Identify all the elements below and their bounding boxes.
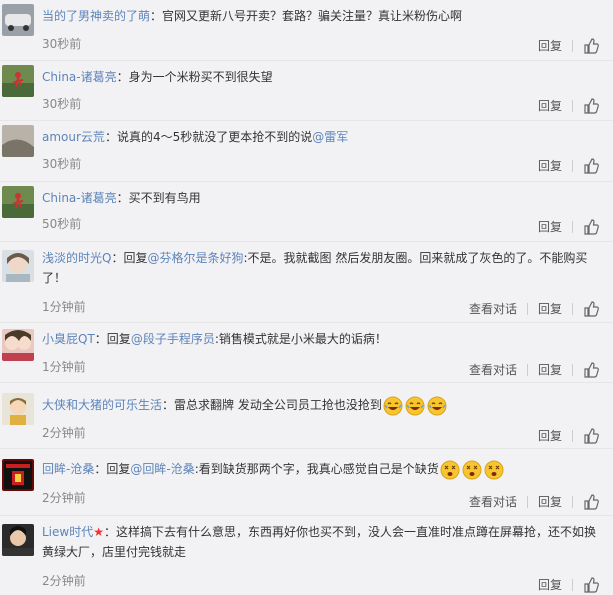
comment-item: 回眸-沧桑：回复@回眸-沧桑:看到缺货那两个字，我真心感觉自己是个缺货 2分钟前…	[0, 449, 613, 516]
timestamp: 2分钟前	[42, 426, 86, 440]
avatar[interactable]	[2, 65, 34, 97]
avatar[interactable]	[2, 393, 34, 425]
divider	[572, 39, 573, 52]
thumbs-up-icon[interactable]	[583, 427, 599, 444]
reply-button[interactable]: 回复	[538, 300, 562, 317]
timestamp: 30秒前	[42, 37, 82, 51]
star-badge-icon: ★	[93, 525, 104, 539]
mention-link[interactable]: @段子手程序员	[131, 332, 215, 346]
comment-text: 买不到有鸟用	[128, 191, 201, 205]
thumbs-up-icon[interactable]	[583, 157, 599, 174]
reply-button[interactable]: 回复	[538, 493, 562, 510]
divider	[526, 302, 528, 315]
comment-text: 这样搞下去有什么意思，东西再好你也买不到，没人会一直准时准点蹲在屏幕抢，还不如换…	[42, 525, 597, 559]
username-link[interactable]: China-诸葛亮	[42, 191, 117, 205]
divider	[572, 302, 573, 315]
comment-item: amour云荒：说真的4～5秒就没了更本抢不到的说@雷军 30秒前 回复	[0, 121, 613, 182]
thumbs-up-icon[interactable]	[583, 218, 599, 235]
avatar[interactable]	[2, 186, 34, 218]
thumbs-up-icon[interactable]	[583, 493, 599, 510]
comment-text: 雷总求翻牌 发动全公司员工抢也没抢到	[174, 398, 382, 412]
divider	[572, 578, 573, 591]
timestamp: 2分钟前	[42, 491, 86, 505]
view-conversation-button[interactable]: 查看对话	[469, 300, 517, 317]
reply-button[interactable]: 回复	[538, 157, 562, 174]
timestamp: 1分钟前	[42, 360, 86, 374]
dizzy-emoji-icon	[440, 460, 460, 479]
avatar[interactable]	[2, 250, 34, 282]
comment-text: 身为一个米粉买不到很失望	[128, 70, 273, 84]
dizzy-emoji-icon	[462, 460, 482, 479]
comment-text: :销售模式就是小米最大的诟病！	[214, 332, 387, 346]
comment-text: 说真的4～5秒就没了更本抢不到的说	[116, 130, 313, 144]
reply-button[interactable]: 回复	[538, 576, 562, 593]
comment-item: China-诸葛亮：买不到有鸟用 50秒前 回复	[0, 182, 613, 242]
thumbs-up-icon[interactable]	[583, 300, 599, 317]
divider	[526, 495, 528, 508]
timestamp: 50秒前	[42, 217, 82, 231]
reply-button[interactable]: 回复	[538, 361, 562, 378]
comment-item: China-诸葛亮：身为一个米粉买不到很失望 30秒前 回复	[0, 61, 613, 121]
thumbs-up-icon[interactable]	[583, 97, 599, 114]
reply-button[interactable]: 回复	[538, 427, 562, 444]
divider	[572, 220, 573, 233]
dizzy-emoji-icon	[484, 460, 504, 479]
comment-text: :看到缺货那两个字，我真心感觉自己是个缺货	[194, 462, 439, 476]
view-conversation-button[interactable]: 查看对话	[469, 493, 517, 510]
thumbs-up-icon[interactable]	[583, 576, 599, 593]
timestamp: 1分钟前	[42, 300, 86, 314]
divider	[572, 99, 573, 112]
username-link[interactable]: amour云荒	[42, 130, 105, 144]
avatar[interactable]	[2, 329, 34, 361]
username-link[interactable]: 浅淡的时光Q	[42, 251, 111, 265]
mention-link[interactable]: @回眸-沧桑	[130, 462, 194, 476]
reply-button[interactable]: 回复	[538, 218, 562, 235]
username-link[interactable]: Liew时代	[42, 525, 93, 539]
comment-list: 当的了男神卖的了萌：官网又更新八号开卖？套路？骗关注量？真让米粉伤心啊 30秒前…	[0, 0, 613, 595]
avatar[interactable]	[2, 125, 34, 157]
divider	[572, 495, 573, 508]
username-link[interactable]: 回眸-沧桑	[42, 462, 94, 476]
comment-item: 大侠和大猪的可乐生活：雷总求翻牌 发动全公司员工抢也没抢到 2分钟前 回复	[0, 383, 613, 449]
username-link[interactable]: 当的了男神卖的了萌	[42, 9, 150, 23]
reply-button[interactable]: 回复	[538, 37, 562, 54]
timestamp: 2分钟前	[42, 574, 86, 588]
comment-item: 当的了男神卖的了萌：官网又更新八号开卖？套路？骗关注量？真让米粉伤心啊 30秒前…	[0, 0, 613, 61]
laughing-emoji-icon	[383, 396, 403, 415]
comment-item: 小臭屁QT：回复@段子手程序员:销售模式就是小米最大的诟病！ 1分钟前 查看对话…	[0, 323, 613, 383]
thumbs-up-icon[interactable]	[583, 361, 599, 378]
divider	[572, 159, 573, 172]
divider	[572, 429, 573, 442]
thumbs-up-icon[interactable]	[583, 37, 599, 54]
username-link[interactable]: China-诸葛亮	[42, 70, 117, 84]
avatar[interactable]	[2, 459, 34, 491]
avatar[interactable]	[2, 524, 34, 556]
mention-link[interactable]: @雷军	[312, 130, 348, 144]
laughing-emoji-icon	[405, 396, 425, 415]
timestamp: 30秒前	[42, 157, 82, 171]
comment-item: 浅淡的时光Q：回复@芬格尔是条好狗:不是。我就截图 然后发朋友圈。回来就成了灰色…	[0, 242, 613, 323]
divider	[526, 363, 528, 376]
username-link[interactable]: 大侠和大猪的可乐生活	[42, 398, 162, 412]
comment-text: 官网又更新八号开卖？套路？骗关注量？真让米粉伤心啊	[162, 9, 463, 23]
laughing-emoji-icon	[427, 396, 447, 415]
divider	[572, 363, 573, 376]
avatar[interactable]	[2, 4, 34, 36]
timestamp: 30秒前	[42, 97, 82, 111]
comment-item: Liew时代★：这样搞下去有什么意思，东西再好你也买不到，没人会一直准时准点蹲在…	[0, 516, 613, 595]
mention-link[interactable]: @芬格尔是条好狗	[147, 251, 243, 265]
username-link[interactable]: 小臭屁QT	[42, 332, 95, 346]
view-conversation-button[interactable]: 查看对话	[469, 361, 517, 378]
reply-button[interactable]: 回复	[538, 97, 562, 114]
